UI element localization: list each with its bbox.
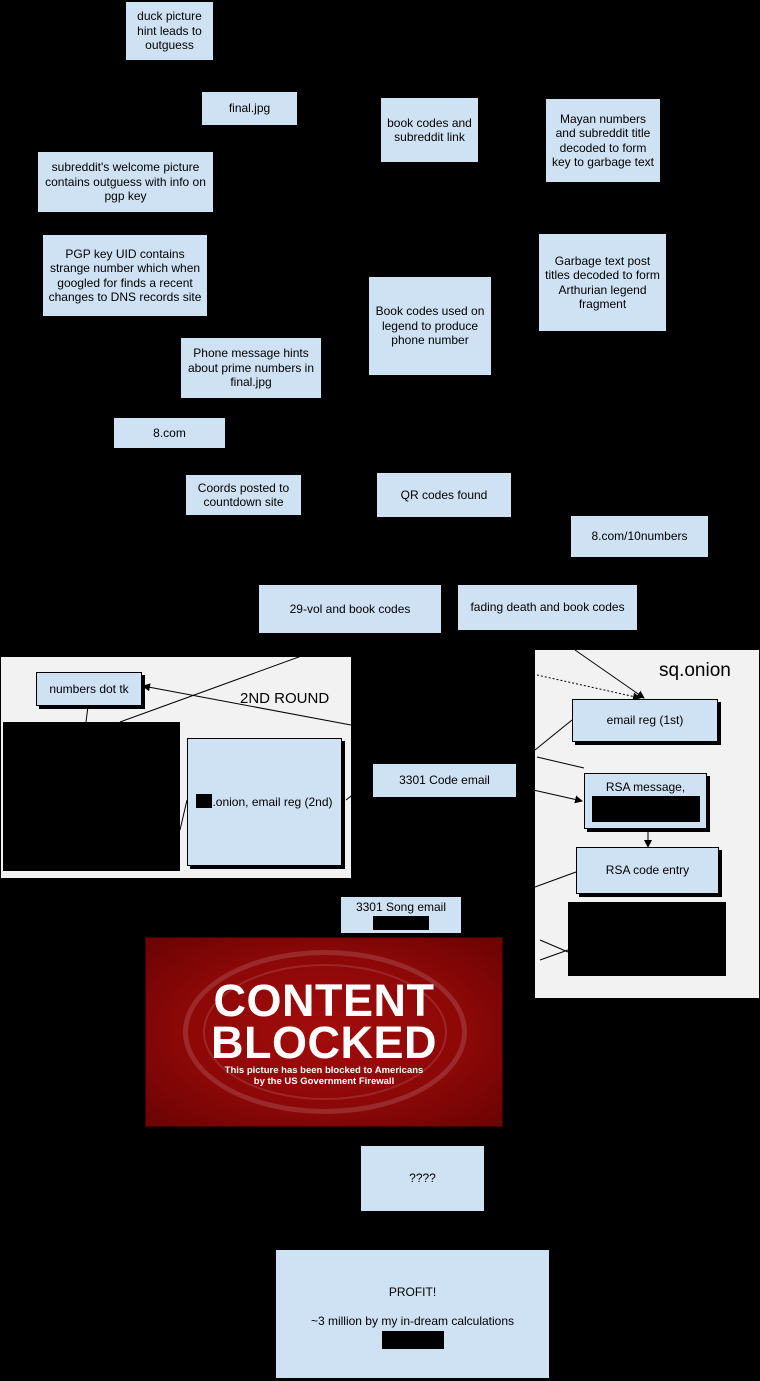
- node-label: 8.com: [153, 425, 186, 440]
- redaction-block: [568, 902, 726, 976]
- node-label: 29-vol and book codes: [289, 601, 411, 616]
- node-book-codes-legend: Book codes used on legend to produce pho…: [368, 276, 492, 376]
- node-8-com-10numbers: 8.com/10numbers: [570, 515, 709, 558]
- node-label: 8.com/10numbers: [591, 529, 688, 544]
- node-label: email reg (1st): [606, 713, 684, 728]
- redaction-block: [196, 794, 213, 809]
- node-final-jpg: final.jpg: [201, 91, 298, 126]
- node-fading-death: fading death and book codes: [457, 584, 638, 631]
- node-label: 3301 Code email: [399, 773, 490, 788]
- node-label: duck picture hint leads to outguess: [137, 9, 202, 53]
- node-label: Garbage text post titles decoded to form…: [545, 253, 660, 312]
- node-label: .onion, email reg (2nd): [196, 794, 333, 810]
- node-label: fading death and book codes: [470, 600, 625, 615]
- node-3301-song-email: 3301 Song email: [340, 896, 462, 934]
- node-numbers-dot-tk: numbers dot tk: [36, 672, 142, 706]
- node-label: Phone message hints about prime numbers …: [187, 346, 315, 390]
- node-label: QR codes found: [400, 487, 488, 502]
- profit-title: PROFIT!: [388, 1285, 437, 1299]
- content-blocked-image: CONTENT BLOCKED This picture has been bl…: [145, 937, 503, 1127]
- sq-onion-label: sq.onion: [659, 660, 731, 681]
- node-label: Mayan numbers and subreddit title decode…: [551, 111, 655, 170]
- redaction-block: [591, 795, 700, 822]
- redaction-block: [381, 1331, 444, 1349]
- redaction-block: [373, 915, 429, 930]
- node-rsa-code-entry: RSA code entry: [576, 847, 719, 894]
- node-label: 3301 Song email: [355, 900, 447, 914]
- node-29-vol: 29-vol and book codes: [258, 584, 442, 634]
- node-unknown: ????: [360, 1145, 485, 1212]
- node-phone-message: Phone message hints about prime numbers …: [180, 337, 322, 399]
- node-email-reg-1st: email reg (1st): [572, 699, 718, 742]
- blocked-caption-line1: This picture has been blocked to America…: [224, 1065, 424, 1076]
- redaction-block: [3, 722, 180, 871]
- node-label: numbers dot tk: [49, 681, 129, 696]
- blocked-title-line1: CONTENT: [213, 975, 435, 1026]
- node-label: final.jpg: [228, 101, 271, 116]
- node-mayan-numbers: Mayan numbers and subreddit title decode…: [545, 98, 661, 183]
- node-onion-email-reg-2nd: .onion, email reg (2nd): [187, 738, 342, 866]
- node-rsa-message: RSA message,: [584, 773, 707, 829]
- node-label: book codes and subreddit link: [387, 115, 472, 145]
- blocked-title-line2: BLOCKED: [211, 1017, 437, 1068]
- node-duck-picture-hint: duck picture hint leads to outguess: [125, 1, 214, 61]
- node-garbage-text: Garbage text post titles decoded to form…: [538, 233, 667, 332]
- profit-subtitle: ~3 million by my in-dream calculations: [310, 1313, 515, 1328]
- node-3301-code-email: 3301 Code email: [372, 763, 517, 798]
- node-book-codes-subreddit: book codes and subreddit link: [380, 97, 479, 163]
- node-coords-posted: Coords posted to countdown site: [185, 474, 302, 516]
- node-pgp-key-uid: PGP key UID contains strange number whic…: [42, 234, 208, 317]
- second-round-label: 2ND ROUND: [240, 690, 330, 707]
- node-label: subreddit's welcome picture contains out…: [45, 160, 206, 204]
- node-profit: PROFIT! ~3 million by my in-dream calcul…: [275, 1249, 550, 1379]
- node-label: RSA message,: [605, 780, 686, 794]
- node-qr-codes-found: QR codes found: [376, 472, 512, 518]
- node-label: RSA code entry: [605, 863, 690, 878]
- node-label: PGP key UID contains strange number whic…: [48, 246, 202, 305]
- node-label-text: .onion, email reg (2nd): [212, 795, 333, 810]
- node-label: ????: [409, 1171, 436, 1186]
- node-8-com: 8.com: [113, 417, 226, 449]
- node-subreddit-welcome-picture: subreddit's welcome picture contains out…: [37, 151, 214, 213]
- blocked-caption-line2: by the US Government Firewall: [253, 1076, 395, 1087]
- node-label: Coords posted to countdown site: [197, 480, 290, 510]
- node-label: Book codes used on legend to produce pho…: [375, 304, 485, 348]
